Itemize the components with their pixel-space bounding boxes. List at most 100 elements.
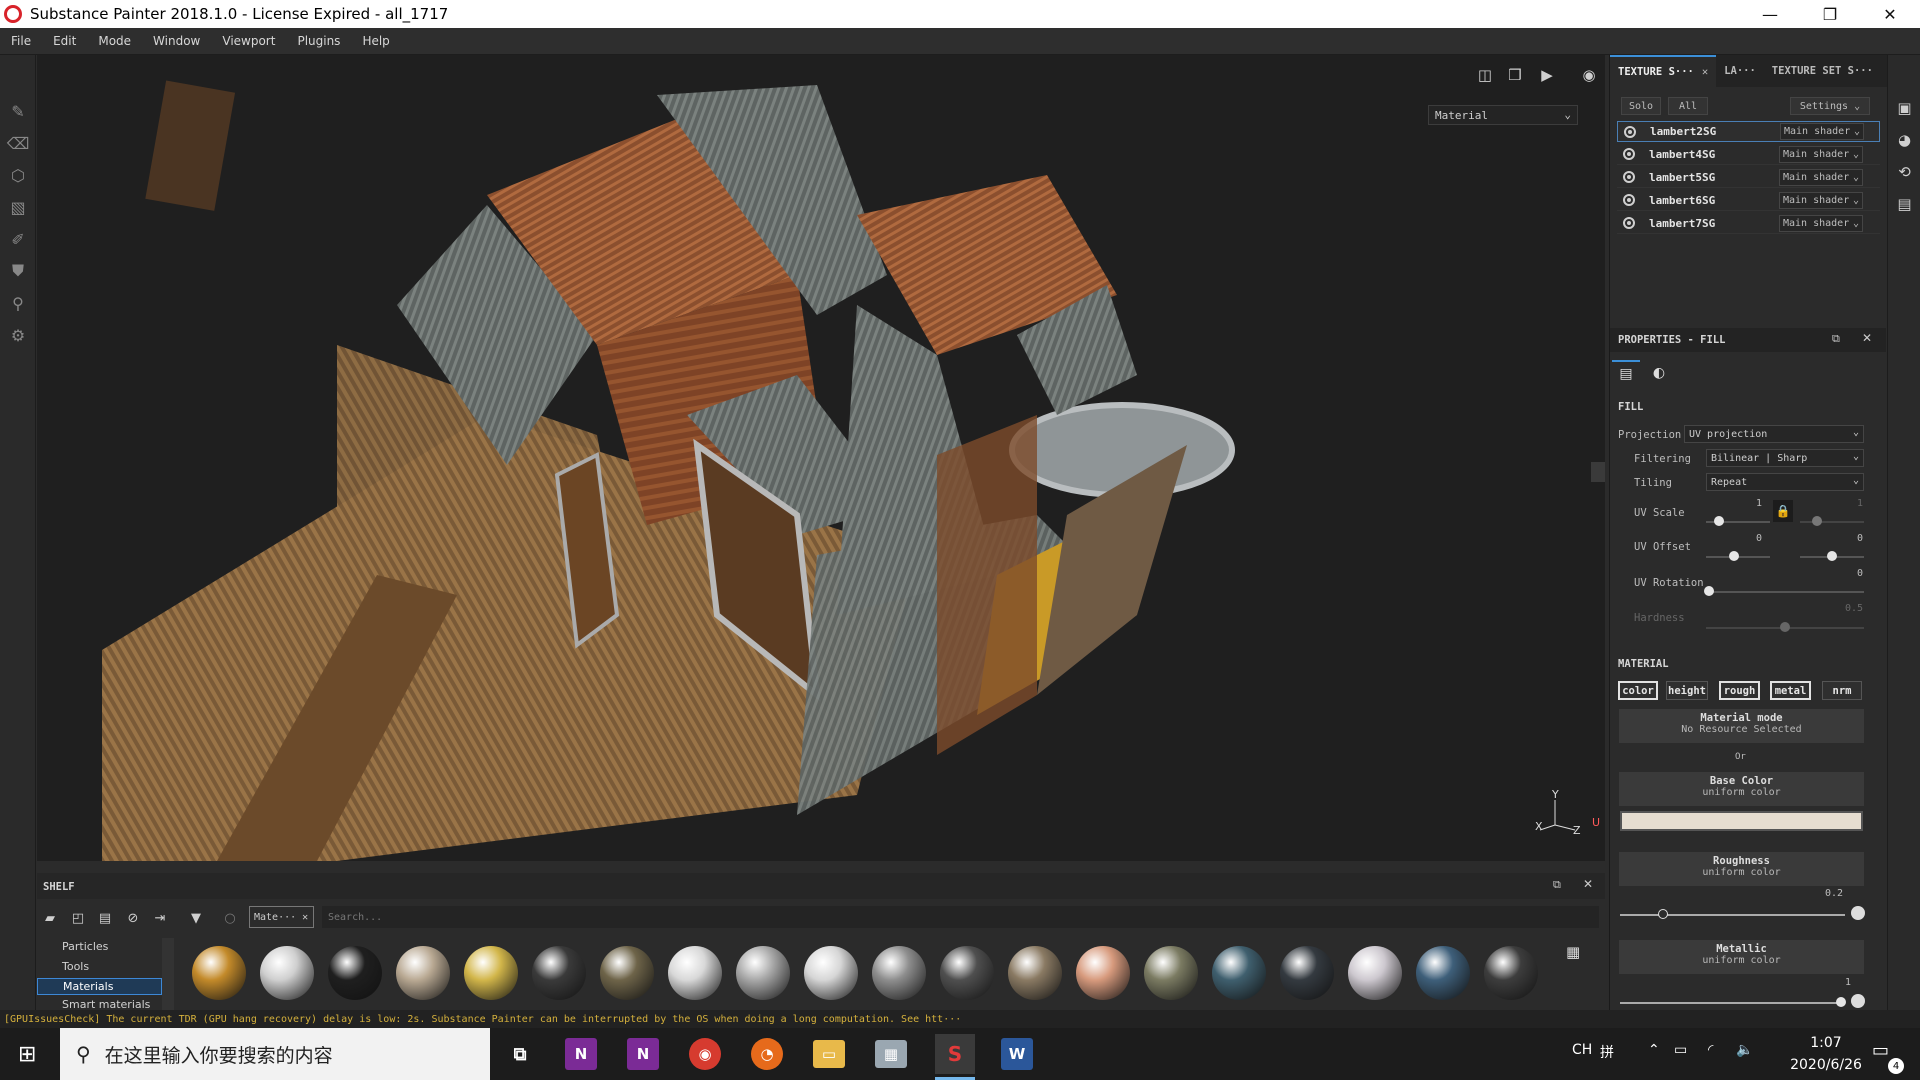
all-button[interactable]: All bbox=[1668, 97, 1708, 115]
uv-rotation-handle[interactable] bbox=[1704, 586, 1714, 596]
material-thumbnail[interactable] bbox=[872, 946, 926, 1000]
material-thumbnail[interactable] bbox=[328, 946, 382, 1000]
filtering-select[interactable]: Bilinear | Sharp ⌄ bbox=[1706, 449, 1864, 467]
shader-select[interactable]: Main shader ⌄ bbox=[1779, 191, 1863, 209]
smudge-icon[interactable]: ✐ bbox=[0, 223, 36, 255]
channel-nrm-button[interactable]: nrm bbox=[1822, 681, 1862, 700]
settings-dropdown[interactable]: Settings ⌄ bbox=[1790, 97, 1870, 115]
splitter-handle[interactable] bbox=[1591, 462, 1605, 482]
uv-scale-slider-2[interactable] bbox=[1800, 521, 1864, 523]
shader-select[interactable]: Main shader ⌄ bbox=[1779, 145, 1863, 163]
material-thumbnail[interactable] bbox=[260, 946, 314, 1000]
texture-set-row[interactable]: lambert7SG Main shader ⌄ bbox=[1617, 213, 1880, 234]
folder-icon[interactable]: ▰ bbox=[40, 908, 60, 928]
material-thumbnail[interactable] bbox=[1416, 946, 1470, 1000]
visibility-icon[interactable] bbox=[1623, 217, 1635, 229]
hardness-handle[interactable] bbox=[1780, 622, 1790, 632]
close-shelf-icon[interactable]: ✕ bbox=[1583, 877, 1593, 891]
close-properties-icon[interactable]: ✕ bbox=[1862, 331, 1872, 345]
firefox-app-icon[interactable]: ◔ bbox=[751, 1038, 783, 1070]
material-thumbnail[interactable] bbox=[1008, 946, 1062, 1000]
menu-file[interactable]: File bbox=[0, 34, 42, 48]
uv-scale-handle-2[interactable] bbox=[1812, 516, 1822, 526]
projection-icon[interactable]: ⬡ bbox=[0, 159, 36, 191]
shader-select[interactable]: Main shader ⌄ bbox=[1779, 214, 1863, 232]
visibility-icon[interactable] bbox=[1623, 171, 1635, 183]
filter-icon[interactable]: ▼ bbox=[186, 908, 206, 928]
chrome-app-icon[interactable]: ◉ bbox=[689, 1038, 721, 1070]
circle-filter-icon[interactable]: ○ bbox=[220, 908, 240, 928]
display-settings-icon[interactable]: ◕ bbox=[1888, 124, 1920, 156]
battery-icon[interactable]: ▭ bbox=[1674, 1042, 1687, 1058]
material-thumbnail[interactable] bbox=[1212, 946, 1266, 1000]
roughness-map-icon[interactable] bbox=[1851, 906, 1865, 920]
solo-button[interactable]: Solo bbox=[1621, 97, 1661, 115]
taskbar-clock[interactable]: 1:07 2020/6/26 bbox=[1786, 1032, 1866, 1076]
menu-plugins[interactable]: Plugins bbox=[286, 34, 351, 48]
tab-texture-set-settings[interactable]: TEXTURE SET S··· bbox=[1764, 55, 1881, 87]
material-thumbnail[interactable] bbox=[1144, 946, 1198, 1000]
log-icon[interactable]: ▤ bbox=[1888, 188, 1920, 220]
taskbar-search-input[interactable]: ⚲ 在这里输入你要搜索的内容 bbox=[60, 1028, 490, 1080]
shader-select[interactable]: Main shader ⌄ bbox=[1779, 168, 1863, 186]
history-icon[interactable]: ⟲ bbox=[1888, 156, 1920, 188]
mask-properties-tab-icon[interactable]: ◐ bbox=[1645, 360, 1673, 386]
base-color-block[interactable]: Base Color uniform color bbox=[1619, 772, 1864, 806]
shelf-category-materials[interactable]: Materials bbox=[37, 978, 162, 995]
material-thumbnail[interactable] bbox=[464, 946, 518, 1000]
material-thumbnail[interactable] bbox=[532, 946, 586, 1000]
channel-height-button[interactable]: height bbox=[1666, 681, 1708, 700]
maximize-button[interactable]: ❐ bbox=[1800, 0, 1860, 28]
material-thumbnail[interactable] bbox=[1484, 946, 1538, 1000]
clone-stamp-icon[interactable]: ⛊ bbox=[0, 255, 36, 287]
new-folder-icon[interactable]: ◰ bbox=[68, 908, 88, 928]
menu-mode[interactable]: Mode bbox=[87, 34, 142, 48]
notification-center-icon[interactable]: ▭ bbox=[1872, 1040, 1889, 1061]
color-picker-icon[interactable]: ⚲ bbox=[0, 287, 36, 319]
shelf-category-scrollbar[interactable] bbox=[162, 938, 174, 1010]
metallic-map-icon[interactable] bbox=[1851, 994, 1865, 1008]
tab-layers[interactable]: LA··· bbox=[1716, 55, 1764, 87]
material-thumbnail[interactable] bbox=[1280, 946, 1334, 1000]
onenote-app-icon[interactable]: N bbox=[565, 1038, 597, 1070]
grid-view-icon[interactable]: ▦ bbox=[1566, 943, 1580, 961]
menu-window[interactable]: Window bbox=[142, 34, 211, 48]
close-icon[interactable]: ✕ bbox=[1702, 66, 1708, 78]
display-settings-icon[interactable]: ❒ bbox=[1503, 64, 1527, 86]
volume-icon[interactable]: 🔈 bbox=[1736, 1042, 1753, 1058]
remote-desktop-app-icon[interactable]: ▦ bbox=[875, 1040, 907, 1068]
metallic-handle[interactable] bbox=[1836, 997, 1846, 1007]
visibility-icon[interactable] bbox=[1623, 148, 1635, 160]
polygon-fill-icon[interactable]: ▧ bbox=[0, 191, 36, 223]
shelf-search-input[interactable]: Search... bbox=[322, 906, 1599, 928]
shelf-category-tools[interactable]: Tools bbox=[37, 958, 162, 975]
material-thumbnail[interactable] bbox=[804, 946, 858, 1000]
base-color-swatch[interactable] bbox=[1620, 811, 1863, 831]
uv-offset-handle-1[interactable] bbox=[1729, 551, 1739, 561]
material-mode-block[interactable]: Material mode No Resource Selected bbox=[1619, 709, 1864, 743]
texture-set-panel-icon[interactable]: ▣ bbox=[1888, 92, 1920, 124]
minimize-button[interactable]: — bbox=[1740, 0, 1800, 28]
texture-set-row[interactable]: lambert4SG Main shader ⌄ bbox=[1617, 144, 1880, 165]
uv-scale-handle-1[interactable] bbox=[1714, 516, 1724, 526]
import-icon[interactable]: ⇥ bbox=[150, 908, 170, 928]
metallic-slider[interactable] bbox=[1620, 1002, 1845, 1004]
close-icon[interactable]: ✕ bbox=[302, 912, 308, 923]
metallic-block[interactable]: Metallic uniform color bbox=[1619, 940, 1864, 974]
float-panel-icon[interactable]: ⧉ bbox=[1832, 332, 1840, 346]
word-app-icon[interactable]: W bbox=[1001, 1038, 1033, 1070]
material-thumbnail[interactable] bbox=[1348, 946, 1402, 1000]
fill-properties-tab-icon[interactable]: ▤ bbox=[1612, 360, 1640, 386]
menu-viewport[interactable]: Viewport bbox=[211, 34, 286, 48]
visibility-icon[interactable] bbox=[1623, 194, 1635, 206]
task-view-icon[interactable]: ⧉ bbox=[500, 1034, 540, 1074]
texture-set-row[interactable]: lambert6SG Main shader ⌄ bbox=[1617, 190, 1880, 211]
symmetry-icon[interactable]: ◫ bbox=[1473, 64, 1497, 86]
material-thumbnail[interactable] bbox=[668, 946, 722, 1000]
3d-viewport[interactable] bbox=[37, 55, 1605, 861]
show-hidden-icons-icon[interactable]: ⌃ bbox=[1648, 1042, 1660, 1058]
screenshot-icon[interactable]: ◉ bbox=[1577, 64, 1601, 86]
material-thumbnail[interactable] bbox=[1076, 946, 1130, 1000]
channel-color-button[interactable]: color bbox=[1618, 681, 1658, 700]
hide-icon[interactable]: ⊘ bbox=[123, 908, 143, 928]
